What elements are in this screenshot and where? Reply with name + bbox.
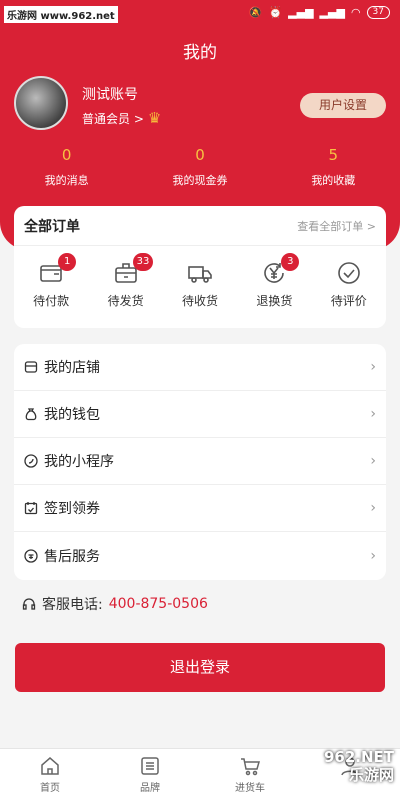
home-icon xyxy=(41,757,59,775)
menu-item-label: 我的钱包 xyxy=(44,407,100,423)
chevron-right-icon: › xyxy=(370,453,376,469)
stat-cash-coupons[interactable]: 0 我的现金券 xyxy=(140,146,260,188)
chevron-right-icon: › xyxy=(370,500,376,516)
chevron-right-icon: › xyxy=(370,406,376,422)
menu-card: 我的店铺 › 我的钱包 › 我的小程序 › 签到领券 › 售后服务 › xyxy=(14,344,386,580)
username: 测试账号 xyxy=(82,87,138,103)
menu-item-after-sales[interactable]: 售后服务 › xyxy=(14,532,386,579)
customer-service-label: 客服电话: xyxy=(42,597,103,613)
member-level-label: 普通会员 > xyxy=(82,111,144,126)
money-bag-icon xyxy=(25,408,37,421)
order-status-row: 1 待付款 33 待发货 待收货 3 退换货 待评价 xyxy=(14,246,386,309)
stat-value: 0 xyxy=(61,146,72,164)
order-label: 待评价 xyxy=(330,294,367,308)
order-badge: 33 xyxy=(132,253,154,271)
mute-icon: 🔕 xyxy=(248,6,263,19)
menu-item-label: 我的小程序 xyxy=(44,454,114,470)
order-label: 退换货 xyxy=(256,294,293,308)
avatar[interactable] xyxy=(14,76,68,130)
after-sales-icon xyxy=(24,548,38,563)
orders-card: 全部订单 查看全部订单 > 1 待付款 33 待发货 待收货 3 退换货 待评价 xyxy=(14,206,386,328)
customer-service-phone[interactable]: 400-875-0506 xyxy=(109,596,208,612)
order-pending-shipment[interactable]: 33 待发货 xyxy=(93,253,159,309)
menu-item-my-wallet[interactable]: 我的钱包 › xyxy=(14,391,386,438)
member-level[interactable]: 普通会员 > ♛ xyxy=(82,109,161,127)
tab-home[interactable]: 首页 xyxy=(0,749,100,800)
headset-icon xyxy=(22,598,36,610)
store-icon xyxy=(24,361,38,373)
battery-icon: 37 xyxy=(366,6,390,19)
order-pending-payment[interactable]: 1 待付款 xyxy=(18,253,84,309)
status-icons: 🔕 ⏰ ▂▄▆ ▂▄▆ ◠ 37 xyxy=(249,6,390,19)
chevron-right-icon: › xyxy=(370,359,376,375)
stat-favorites[interactable]: 5 我的收藏 xyxy=(273,146,393,188)
menu-item-mini-program[interactable]: 我的小程序 › xyxy=(14,438,386,485)
signal-icon: ▂▄▆ xyxy=(288,6,314,19)
stat-value: 5 xyxy=(328,146,339,164)
menu-item-my-store[interactable]: 我的店铺 › xyxy=(14,344,386,391)
wifi-icon: ◠ xyxy=(350,6,361,19)
view-all-orders-link[interactable]: 查看全部订单 > xyxy=(297,218,376,234)
truck-icon xyxy=(188,266,212,283)
status-bar: 乐游网 www.962.net 🔕 ⏰ ▂▄▆ ▂▄▆ ◠ 37 xyxy=(0,0,400,28)
list-icon xyxy=(141,757,159,775)
tab-cart[interactable]: 进货车 xyxy=(200,749,300,800)
user-settings-button[interactable]: 用户设置 xyxy=(300,93,386,118)
alarm-icon: ⏰ xyxy=(268,6,283,19)
crown-icon: ♛ xyxy=(147,109,162,127)
order-pending-receipt[interactable]: 待收货 xyxy=(167,260,233,309)
order-returns[interactable]: 3 退换货 xyxy=(241,253,307,309)
order-badge: 1 xyxy=(58,253,77,271)
logout-button[interactable]: 退出登录 xyxy=(15,643,385,692)
order-pending-review[interactable]: 待评价 xyxy=(316,260,382,309)
tab-label: 首页 xyxy=(40,783,60,794)
watermark-line1: 962.NET xyxy=(323,748,394,766)
menu-item-label: 售后服务 xyxy=(44,548,100,565)
orders-header: 全部订单 查看全部订单 > xyxy=(14,206,386,246)
check-circle-icon xyxy=(337,262,360,284)
stat-label: 我的收藏 xyxy=(311,174,356,187)
order-label: 待发货 xyxy=(107,294,144,308)
chevron-right-icon: › xyxy=(370,547,376,564)
tab-label: 进货车 xyxy=(235,783,265,794)
order-label: 待收货 xyxy=(181,294,218,308)
tab-label: 品牌 xyxy=(140,783,160,794)
stats-row: 0 我的消息 0 我的现金券 5 我的收藏 xyxy=(0,146,400,188)
menu-item-label: 签到领券 xyxy=(44,501,100,517)
watermark-line2: 乐游网 xyxy=(348,766,394,784)
source-label: 乐游网 www.962.net xyxy=(4,6,118,23)
signal-icon-2: ▂▄▆ xyxy=(319,6,345,19)
stat-value: 0 xyxy=(195,146,205,164)
menu-item-label: 我的店铺 xyxy=(44,360,100,376)
menu-item-check-in-coupons[interactable]: 签到领券 › xyxy=(14,485,386,532)
order-badge: 3 xyxy=(281,253,300,271)
cart-icon xyxy=(241,758,260,776)
stat-label: 我的现金券 xyxy=(172,174,228,187)
tab-brand[interactable]: 品牌 xyxy=(100,749,200,800)
watermark-logo: 962.NET 乐游网 xyxy=(324,748,394,784)
stat-messages[interactable]: 0 我的消息 xyxy=(7,146,127,188)
orders-title: 全部订单 xyxy=(24,218,80,235)
page-title: 我的 xyxy=(183,43,217,63)
order-label: 待付款 xyxy=(33,294,70,308)
customer-service[interactable]: 客服电话: 400-875-0506 xyxy=(22,594,208,614)
calendar-check-icon xyxy=(24,502,38,515)
mini-program-icon xyxy=(24,454,38,468)
stat-label: 我的消息 xyxy=(44,174,89,187)
